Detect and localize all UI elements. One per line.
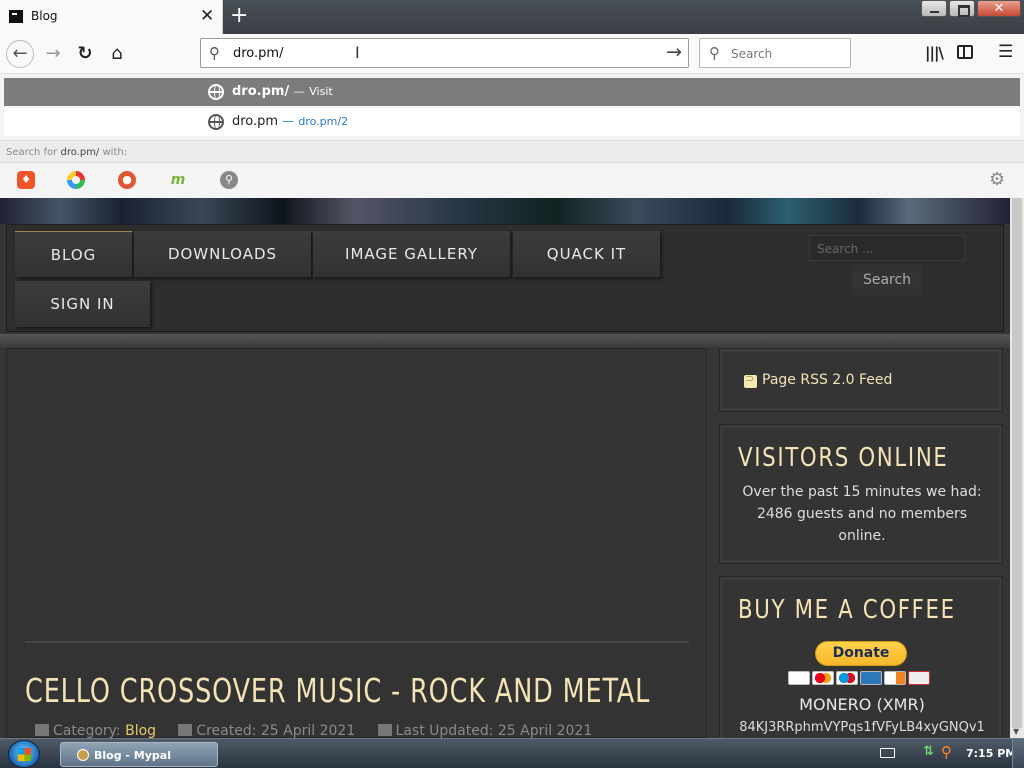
suggestion-title: dro.pm — dro.pm/2 (232, 114, 349, 129)
go-arrow-icon[interactable]: → (666, 41, 682, 63)
browser-search-box[interactable]: ⚲ Search (699, 38, 851, 68)
window-controls: ✕ (921, 0, 1021, 17)
new-tab-button[interactable]: + (230, 3, 248, 29)
updated-date: Last Updated: 25 April 2021 (395, 723, 593, 738)
discover-icon (884, 671, 906, 685)
article-column: CELLO CROSSOVER MUSIC - ROCK AND METAL C… (6, 348, 707, 738)
page-content: BLOG DOWNLOADS IMAGE GALLERY QUACK IT SI… (0, 198, 1010, 738)
tab-title: Blog (31, 9, 58, 23)
search-for-label: Search for dro.pm/ with: (0, 140, 1024, 162)
home-icon[interactable]: ⌂ (104, 41, 130, 67)
search-engine-icon[interactable]: ⚲ (220, 171, 238, 189)
visitors-text: Over the past 15 minutes we had: 2486 gu… (742, 484, 982, 544)
suggestion-history[interactable]: dro.pm — dro.pm/2 (4, 108, 1020, 136)
divider (25, 641, 689, 643)
menu-icon[interactable]: ☰ (998, 42, 1013, 62)
reload-icon[interactable]: ↻ (72, 41, 98, 67)
url-search-icon: ⚲ (209, 44, 220, 62)
tab-close-icon[interactable]: ✕ (200, 6, 214, 26)
payment-cards (788, 671, 930, 685)
mypal-icon (77, 749, 89, 761)
search-engine-bar: ♦ ● m ⚲ ⚙ (0, 162, 1024, 198)
url-autocomplete-popup: dro.pm/ — Visit dro.pm — dro.pm/2 Search… (0, 74, 1024, 198)
monero-label: MONERO (XMR) (799, 695, 925, 714)
mojeek-icon[interactable]: m (169, 171, 187, 189)
window-close-button[interactable]: ✕ (977, 0, 1021, 17)
scroll-down-icon[interactable]: ▼ (1013, 727, 1019, 736)
text-cursor-icon: I (355, 43, 360, 62)
globe-icon (208, 84, 224, 100)
divider (0, 334, 1010, 348)
page-scrollbar[interactable]: ▼ (1010, 198, 1024, 738)
qwant-icon[interactable] (67, 171, 85, 189)
donate-button[interactable]: Donate (815, 641, 907, 666)
search-icon: ⚲ (709, 44, 720, 62)
navigation-toolbar: ← → ↻ ⌂ ⚲ dro.pm/ I → ⚲ Search |||\ ☰ (0, 34, 1024, 74)
rss-icon (744, 372, 757, 388)
rss-box: Page RSS 2.0 Feed (719, 348, 1003, 412)
site-search-button[interactable]: Search (852, 265, 922, 295)
monero-address[interactable]: 84KJ3RRphmVYPqs1fVFyLB4xyGNQv1 (720, 720, 1004, 735)
taskbar: Blog - Mypal ⇅ ⚲ 7:15 PM (0, 738, 1024, 768)
show-desktop-button[interactable] (1012, 739, 1024, 768)
brave-icon[interactable]: ♦ (17, 171, 35, 189)
created-date: Created: 25 April 2021 (196, 723, 356, 738)
search-placeholder: Search (731, 47, 773, 61)
coffee-title: BUY ME A COFFEE (738, 595, 956, 625)
site-search-input[interactable]: Search ... (809, 235, 965, 261)
maestro-icon (836, 671, 858, 685)
folder-icon (35, 724, 49, 736)
suggestion-visit[interactable]: dro.pm/ — Visit (4, 78, 1020, 106)
nav-downloads[interactable]: DOWNLOADS (134, 231, 311, 277)
site-search-placeholder: Search ... (817, 242, 874, 256)
minimize-button[interactable] (921, 0, 947, 17)
tray-search-icon[interactable]: ⚲ (941, 743, 952, 761)
amex-icon (860, 671, 882, 685)
close-x-icon: ✕ (993, 1, 1005, 16)
nav-sign-in[interactable]: SIGN IN (15, 281, 150, 327)
gear-icon[interactable]: ⚙ (989, 169, 1005, 190)
back-icon[interactable]: ← (6, 40, 34, 68)
echeck-icon (908, 671, 930, 685)
site-navigation: BLOG DOWNLOADS IMAGE GALLERY QUACK IT SI… (6, 224, 1004, 332)
network-icon[interactable]: ⇅ (923, 744, 934, 759)
visitors-title: VISITORS ONLINE (738, 443, 949, 473)
scrollbar-thumb[interactable] (1012, 198, 1022, 728)
site-favicon-icon (9, 10, 23, 23)
rss-link[interactable]: Page RSS 2.0 Feed (762, 372, 892, 388)
header-banner-image (0, 198, 1010, 224)
taskbar-item-mypal[interactable]: Blog - Mypal (60, 742, 218, 767)
restore-button[interactable] (949, 0, 975, 17)
start-button[interactable] (8, 740, 40, 768)
sidebar-icon[interactable] (957, 45, 973, 59)
keyboard-icon[interactable] (880, 748, 895, 758)
clock[interactable]: 7:15 PM (966, 747, 1016, 760)
visa-icon (788, 671, 810, 685)
calendar-icon (377, 724, 392, 736)
library-icon[interactable]: |||\ (925, 44, 944, 62)
nav-quack-it[interactable]: QUACK IT (513, 231, 660, 277)
url-bar[interactable]: ⚲ dro.pm/ I → (200, 38, 689, 68)
article-title[interactable]: CELLO CROSSOVER MUSIC - ROCK AND METAL (25, 671, 650, 710)
nav-image-gallery[interactable]: IMAGE GALLERY (313, 231, 510, 277)
mastercard-icon (812, 671, 834, 685)
tab-blog[interactable]: Blog ✕ (0, 0, 223, 34)
calendar-icon (178, 724, 193, 736)
url-input[interactable]: dro.pm/ (233, 46, 283, 61)
suggestion-title: dro.pm/ — Visit (232, 84, 333, 99)
tab-strip: Blog ✕ + ✕ (0, 0, 1024, 34)
buy-me-a-coffee-box: BUY ME A COFFEE Donate MONERO (XMR) 84KJ… (719, 576, 1003, 738)
visitors-online-box: VISITORS ONLINE Over the past 15 minutes… (719, 424, 1003, 564)
taskbar-item-label: Blog - Mypal (94, 749, 171, 762)
forward-icon[interactable]: → (40, 41, 66, 67)
article-meta: Category: Blog Created: 25 April 2021 La… (35, 723, 592, 738)
duckduckgo-icon[interactable]: ● (118, 171, 136, 189)
category-link[interactable]: Blog (125, 723, 156, 738)
globe-icon (208, 114, 224, 130)
nav-blog[interactable]: BLOG (15, 231, 132, 277)
